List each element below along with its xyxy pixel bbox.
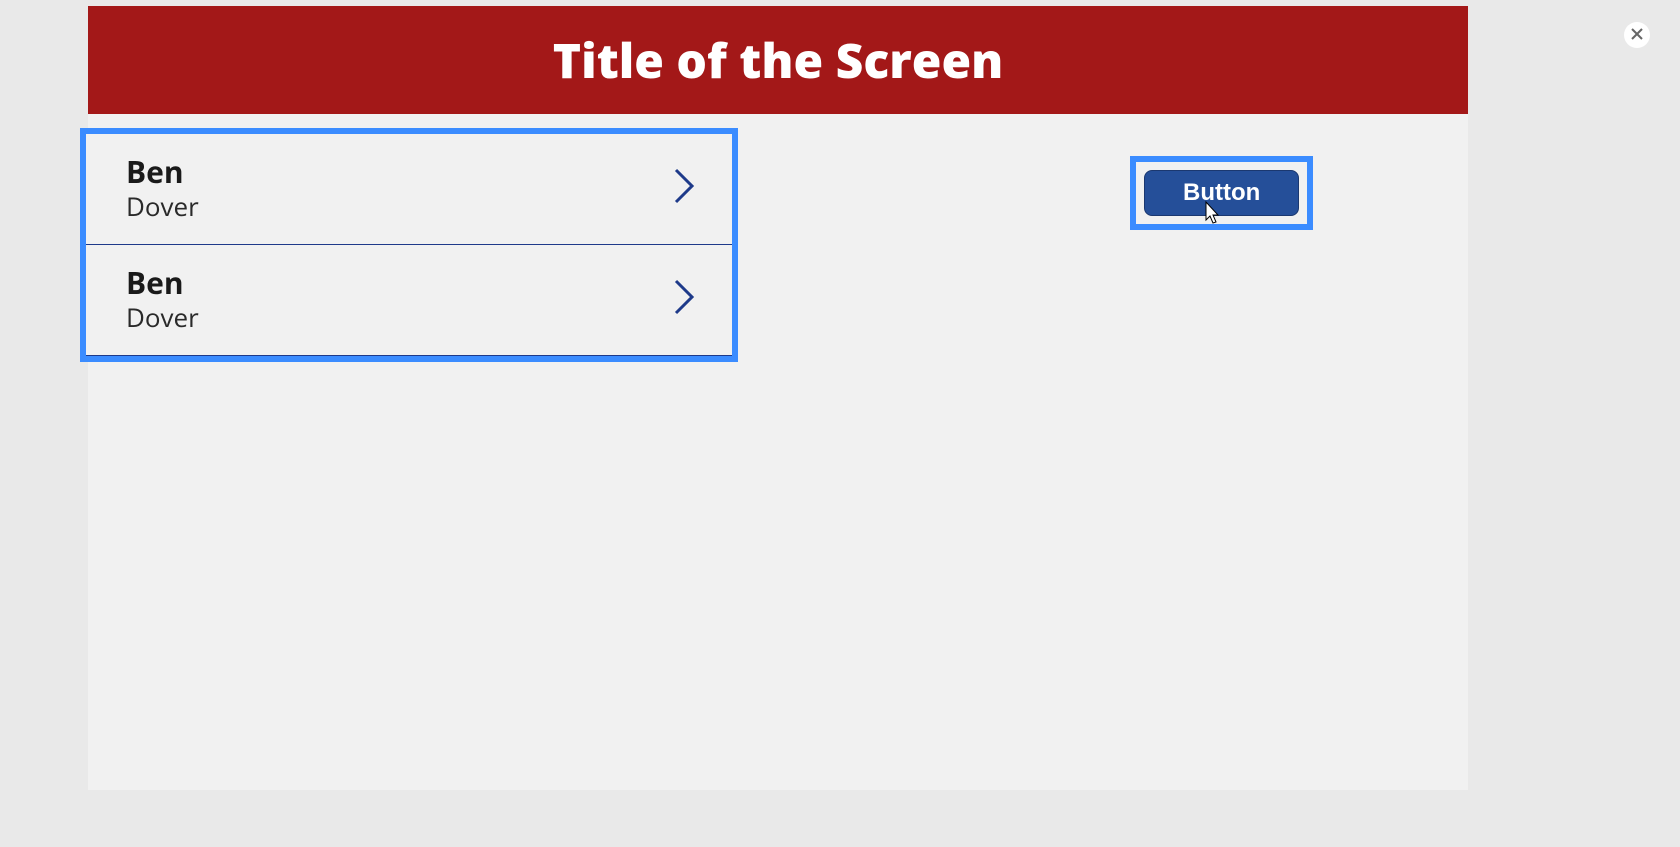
chevron-right-icon — [672, 166, 696, 211]
close-icon — [1630, 24, 1644, 46]
close-button[interactable] — [1624, 22, 1650, 48]
list-item-subtitle: Dover — [126, 301, 199, 335]
list-item-text: Ben Dover — [126, 154, 199, 224]
action-button[interactable]: Button — [1144, 170, 1299, 216]
modal-dialog: Title of the Screen Ben Dover Ben Dover — [88, 6, 1468, 790]
list-item-title: Ben — [126, 154, 199, 190]
button-highlight: Button — [1130, 156, 1313, 230]
page-title: Title of the Screen — [553, 28, 1004, 93]
list-item[interactable]: Ben Dover — [86, 245, 732, 356]
people-list: Ben Dover Ben Dover — [80, 128, 738, 362]
list-item[interactable]: Ben Dover — [86, 134, 732, 245]
chevron-right-icon — [672, 277, 696, 322]
modal-content: Ben Dover Ben Dover — [88, 114, 1468, 128]
list-item-title: Ben — [126, 265, 199, 301]
list-item-text: Ben Dover — [126, 265, 199, 335]
list-item-subtitle: Dover — [126, 190, 199, 224]
modal-header: Title of the Screen — [88, 6, 1468, 114]
